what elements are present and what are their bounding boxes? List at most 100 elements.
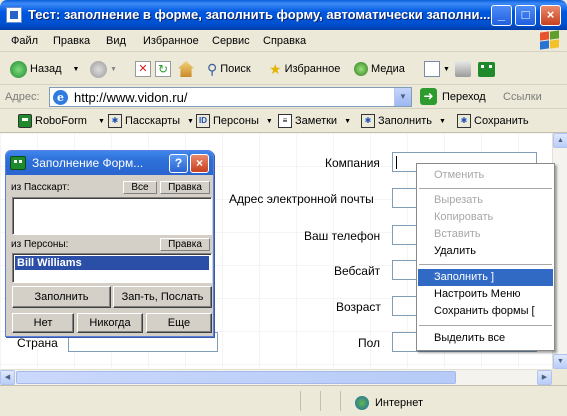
menu-tools[interactable]: Сервис bbox=[212, 35, 250, 47]
menu-item-delete[interactable]: Удалить bbox=[418, 243, 553, 260]
chevron-down-icon[interactable]: ▼ bbox=[110, 66, 117, 73]
menu-item-fill[interactable]: Заполнить ] bbox=[418, 269, 553, 286]
passcards-button[interactable]: ✱ Пасскарты ▼ bbox=[108, 113, 194, 129]
close-button[interactable]: × bbox=[540, 5, 561, 26]
list-item-selected-identity[interactable]: Bill Williams bbox=[15, 256, 209, 270]
help-button[interactable]: ? bbox=[169, 154, 188, 173]
menu-file[interactable]: Файл bbox=[11, 35, 38, 47]
mail-icon bbox=[424, 61, 440, 77]
chevron-down-icon: ▼ bbox=[344, 117, 352, 125]
menu-item-copy[interactable]: Копировать bbox=[418, 209, 553, 226]
notes-button[interactable]: ≡ Заметки ▼ bbox=[278, 113, 351, 129]
all-passcards-button[interactable]: Все bbox=[123, 181, 157, 194]
no-button[interactable]: Нет bbox=[12, 313, 74, 333]
passcards-list[interactable] bbox=[12, 197, 212, 235]
maximize-button[interactable]: □ bbox=[515, 5, 536, 26]
refresh-button[interactable]: ↻ bbox=[155, 59, 171, 79]
stop-button[interactable]: ✕ bbox=[135, 59, 151, 79]
scroll-left-icon[interactable]: ◀ bbox=[0, 370, 15, 385]
address-bar: Адрес: e http://www.vidon.ru/ ▼ ➜ Перехо… bbox=[0, 85, 567, 109]
company-label: Компания bbox=[325, 156, 380, 170]
menu-item-save-forms[interactable]: Сохранить формы [ bbox=[418, 303, 553, 320]
scrollbar-corner bbox=[552, 369, 567, 385]
refresh-icon: ↻ bbox=[155, 61, 171, 77]
favorites-button[interactable]: ★ Избранное bbox=[269, 59, 340, 79]
status-bar: Интернет bbox=[0, 385, 567, 416]
panel-title: Заполнение Форм... bbox=[32, 156, 144, 170]
roboform-menu-button[interactable]: RoboForm ▼ bbox=[18, 113, 105, 129]
links-button[interactable]: Ссылки bbox=[503, 91, 542, 103]
printer-icon bbox=[455, 61, 471, 77]
windows-logo-icon bbox=[539, 30, 561, 51]
roboform-toolbar-button[interactable] bbox=[478, 59, 495, 79]
edit-identities-button[interactable]: Правка bbox=[160, 238, 210, 251]
menu-item-cut[interactable]: Вырезать bbox=[418, 192, 553, 209]
media-button[interactable]: Медиа bbox=[354, 59, 405, 79]
fill-send-button[interactable]: Зап-ть, Послать bbox=[113, 286, 212, 308]
menu-help[interactable]: Справка bbox=[263, 35, 306, 47]
menu-item-paste[interactable]: Вставить bbox=[418, 226, 553, 243]
menu-favorites[interactable]: Избранное bbox=[143, 35, 199, 47]
never-button[interactable]: Никогда bbox=[77, 313, 143, 333]
passcards-label: Пасскарты bbox=[125, 115, 181, 127]
menu-separator bbox=[419, 264, 552, 265]
passcards-section-label: из Пасскарт: bbox=[11, 182, 70, 193]
internet-zone-icon bbox=[355, 396, 369, 410]
stop-icon: ✕ bbox=[135, 61, 151, 77]
go-arrow-icon[interactable]: ➜ bbox=[420, 88, 437, 105]
identity-icon: ID bbox=[196, 114, 210, 128]
roboform-icon bbox=[18, 114, 32, 128]
address-dropdown-button[interactable]: ▼ bbox=[394, 88, 411, 106]
roboform-fill-panel: Заполнение Форм... ? × из Пасскарт: Все … bbox=[5, 150, 214, 337]
mail-button[interactable]: ▼ bbox=[424, 59, 450, 79]
save-forms-button[interactable]: ✱ Сохранить bbox=[457, 113, 529, 129]
chevron-down-icon: ▼ bbox=[97, 117, 105, 125]
back-arrow-icon bbox=[10, 60, 27, 78]
menu-view[interactable]: Вид bbox=[106, 35, 126, 47]
scroll-down-icon[interactable]: ▼ bbox=[553, 354, 567, 369]
horizontal-scroll-thumb[interactable] bbox=[16, 371, 456, 384]
chevron-down-icon[interactable]: ▼ bbox=[443, 66, 450, 73]
context-menu: Отменить Вырезать Копировать Вставить Уд… bbox=[416, 163, 555, 351]
phone-label: Ваш телефон bbox=[304, 229, 381, 243]
scroll-right-icon[interactable]: ▶ bbox=[537, 370, 552, 385]
menu-edit[interactable]: Правка bbox=[53, 35, 90, 47]
menu-item-select-all[interactable]: Выделить все bbox=[418, 330, 553, 347]
address-input[interactable]: e http://www.vidon.ru/ ▼ bbox=[49, 87, 412, 107]
scroll-up-icon[interactable]: ▲ bbox=[553, 133, 567, 148]
address-url[interactable]: http://www.vidon.ru/ bbox=[74, 90, 187, 105]
horizontal-scrollbar[interactable]: ◀ ▶ bbox=[0, 369, 552, 385]
age-label: Возраст bbox=[336, 300, 381, 314]
save-label: Сохранить bbox=[474, 115, 529, 127]
chevron-down-icon[interactable]: ▼ bbox=[73, 66, 80, 73]
menu-item-customize[interactable]: Настроить Меню bbox=[418, 286, 553, 303]
fill-forms-button[interactable]: ✱ Заполнить ▼ bbox=[361, 113, 446, 129]
chevron-down-icon: ▼ bbox=[187, 117, 194, 125]
panel-close-button[interactable]: × bbox=[190, 154, 209, 173]
fill-button[interactable]: Заполнить bbox=[12, 286, 111, 308]
email-label: Адрес электронной почты bbox=[229, 192, 374, 206]
print-button[interactable] bbox=[455, 59, 471, 79]
favorites-label: Избранное bbox=[284, 63, 341, 75]
menu-item-undo[interactable]: Отменить bbox=[418, 167, 553, 184]
panel-title-bar[interactable]: Заполнение Форм... ? × bbox=[6, 151, 213, 175]
home-button[interactable] bbox=[178, 59, 194, 79]
forward-button[interactable]: ▼ bbox=[90, 59, 117, 79]
roboform-icon bbox=[10, 156, 26, 170]
forward-arrow-icon bbox=[90, 60, 107, 78]
address-label: Адрес: bbox=[5, 91, 40, 103]
identities-button[interactable]: ID Персоны ▼ bbox=[196, 113, 273, 129]
notes-icon: ≡ bbox=[278, 114, 292, 128]
menu-separator bbox=[419, 325, 552, 326]
window-title: Тест: заполнение в форме, заполнить форм… bbox=[28, 7, 491, 22]
edit-passcards-button[interactable]: Правка bbox=[160, 181, 210, 194]
home-icon bbox=[178, 61, 194, 77]
back-button[interactable]: Назад ▼ bbox=[10, 59, 79, 79]
go-button[interactable]: Переход bbox=[442, 91, 486, 103]
search-button[interactable]: ⚲ Поиск bbox=[207, 59, 251, 79]
star-icon: ★ bbox=[269, 60, 282, 77]
more-button[interactable]: Еще bbox=[146, 313, 212, 333]
identities-list[interactable]: Bill Williams bbox=[12, 253, 212, 283]
roboform-label: RoboForm bbox=[35, 115, 87, 127]
minimize-button[interactable]: _ bbox=[491, 5, 512, 26]
